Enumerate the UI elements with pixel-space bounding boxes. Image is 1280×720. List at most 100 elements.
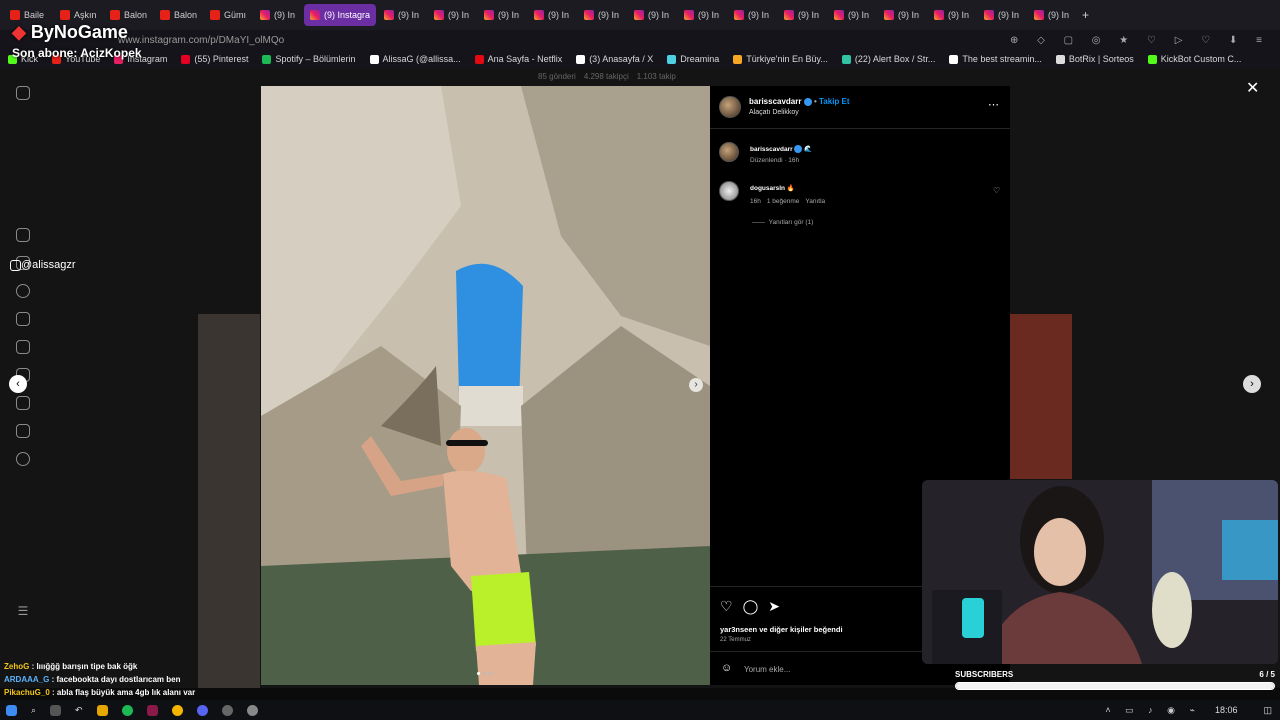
username-link[interactable]: barisscavdarr	[749, 97, 801, 106]
chrome-icon[interactable]	[171, 704, 183, 716]
stream-chat: ZehoG : lııığğğ barışın tipe bak öğk ARDA…	[4, 662, 264, 697]
comment-meta: 16h 1 beğenme Yanıtla	[750, 198, 826, 205]
wave-emoji-icon: 🌊	[804, 146, 813, 153]
bookmark-item[interactable]: Dreamina	[667, 54, 719, 64]
profile-icon[interactable]	[16, 452, 30, 466]
tab-17[interactable]: (9) In	[878, 4, 926, 26]
reply-link[interactable]: Yanıtla	[805, 198, 825, 205]
avatar[interactable]	[719, 96, 741, 118]
url-text[interactable]: www.instagram.com/p/DMaYI_olMQo	[118, 35, 284, 46]
tab-10[interactable]: (9) In	[528, 4, 576, 26]
post-image[interactable]: ›	[261, 86, 710, 685]
tab-4[interactable]: Gümı	[204, 4, 252, 26]
tab-9[interactable]: (9) In	[478, 4, 526, 26]
tab-5[interactable]: (9) In	[254, 4, 302, 26]
bookmark-item[interactable]: The best streamin...	[949, 54, 1042, 64]
tab-label: Aşkın	[74, 10, 97, 20]
discord-icon[interactable]	[196, 704, 208, 716]
subscriber-goal: SUBSCRIBERS 6 / 5	[955, 670, 1275, 694]
new-tab-button[interactable]: +	[1082, 8, 1089, 22]
next-post-button[interactable]: ›	[1243, 375, 1261, 393]
youtube-icon	[60, 10, 70, 20]
bookmark-item[interactable]: (3) Anasayfa / X	[576, 54, 653, 64]
bookmark-item[interactable]: Ana Sayfa - Netflix	[474, 54, 563, 64]
obs-icon[interactable]	[246, 704, 258, 716]
spotify-icon[interactable]	[121, 704, 133, 716]
instagram-icon	[484, 10, 494, 20]
tab-16[interactable]: (9) In	[828, 4, 876, 26]
tab-11[interactable]: (9) In	[578, 4, 626, 26]
address-bar[interactable]: www.instagram.com/p/DMaYI_olMQo ⊕ ◇ ▢ ◎ …	[0, 30, 1280, 50]
like-icon[interactable]: ♡	[720, 598, 733, 615]
bookmark-item[interactable]: Spotify – Bölümlerin	[262, 54, 356, 64]
share-icon[interactable]: ➤	[768, 598, 780, 615]
close-icon[interactable]: ✕	[1246, 78, 1259, 98]
bookmark-item[interactable]: Türkiye'nin En Büy...	[733, 54, 828, 64]
chat-text: lııığğğ barışın tipe bak öğk	[36, 662, 138, 671]
search-icon[interactable]: ⌕	[31, 705, 36, 716]
toolbar-icons[interactable]: ⊕ ◇ ▢ ◎ ★ ♡ ▷ ♡ ⬇ ≡	[1010, 35, 1270, 46]
taskbar: ⌕ ↶ ˄ ▭ ♪ ◉ ⌁ 18:06 ◫	[0, 700, 1280, 720]
instagram-icon	[534, 10, 544, 20]
tab-20[interactable]: (9) In	[1028, 4, 1076, 26]
home-icon[interactable]	[16, 228, 30, 242]
instagram-icon	[984, 10, 994, 20]
carousel-next-button[interactable]: ›	[689, 378, 703, 392]
start-icon[interactable]	[6, 704, 17, 716]
tab-3[interactable]: Balon	[154, 4, 202, 26]
tab-6[interactable]: (9) Instagra	[304, 4, 376, 26]
tab-label: (9) In	[448, 10, 470, 20]
bookmark-label: Spotify – Bölümlerin	[275, 54, 356, 64]
explorer-icon[interactable]	[96, 704, 108, 716]
bookmark-item[interactable]: KickBot Custom C...	[1147, 54, 1241, 64]
avatar[interactable]	[719, 181, 739, 201]
more-menu-icon[interactable]: ☰	[18, 604, 29, 618]
create-icon[interactable]	[16, 396, 30, 410]
avatar[interactable]	[719, 142, 739, 162]
more-options-icon[interactable]: ⋯	[988, 98, 999, 111]
comment-likes-link[interactable]: 1 beğenme	[767, 198, 800, 205]
bookmark-item[interactable]: (22) Alert Box / Str...	[841, 54, 935, 64]
browser-icon[interactable]	[146, 704, 158, 716]
messages-icon[interactable]	[16, 340, 30, 354]
prev-post-button[interactable]: ‹	[9, 375, 27, 393]
bookmark-item[interactable]: (55) Pinterest	[181, 54, 248, 64]
tab-8[interactable]: (9) In	[428, 4, 476, 26]
taskview-icon[interactable]	[50, 704, 62, 716]
liked-by-text[interactable]: yar3nseen ve diğer kişiler beğendi	[720, 625, 843, 634]
comment-username[interactable]: dogusarsln 🔥	[750, 184, 795, 192]
instagram-logo-icon[interactable]	[16, 86, 30, 100]
chat-message: ZehoG : lııığğğ barışın tipe bak öğk	[4, 662, 264, 671]
tab-label: (9) In	[498, 10, 520, 20]
bookmark-item[interactable]: BotRix | Sorteos	[1055, 54, 1134, 64]
caption-username[interactable]: barisscavdarr 🌊	[750, 145, 813, 154]
notification-icon[interactable]: ◫	[1263, 705, 1272, 716]
location-link[interactable]: Alaçatı Delikkoy	[749, 109, 799, 116]
clock: 18:06	[1214, 705, 1238, 715]
emoji-icon[interactable]: ☺	[721, 662, 732, 674]
tray-icons[interactable]: ˄ ▭ ♪ ◉ ⌁	[1105, 705, 1201, 716]
tab-15[interactable]: (9) In	[778, 4, 826, 26]
tab-13[interactable]: (9) In	[678, 4, 726, 26]
tab-12[interactable]: (9) In	[628, 4, 676, 26]
tab-7[interactable]: (9) In	[378, 4, 426, 26]
tab-label: Balon	[174, 10, 198, 20]
dashboard-icon[interactable]	[16, 424, 30, 438]
tab-19[interactable]: (9) In	[978, 4, 1026, 26]
bookmark-label: (3) Anasayfa / X	[589, 54, 654, 64]
bookmark-label: Ana Sayfa - Netflix	[487, 54, 563, 64]
comment-icon[interactable]: ◯	[743, 598, 759, 615]
explore-icon[interactable]	[16, 284, 30, 298]
follow-button[interactable]: Takip Et	[819, 97, 850, 106]
add-comment-input[interactable]: Yorum ekle...	[744, 665, 790, 674]
tab-14[interactable]: (9) In	[728, 4, 776, 26]
view-replies-link[interactable]: —— Yanıtları gör (1)	[752, 219, 813, 226]
comment-like-icon[interactable]: ♡	[993, 186, 1000, 195]
app-icon[interactable]	[221, 704, 233, 716]
reels-icon[interactable]	[16, 312, 30, 326]
bookmark-item[interactable]: AlissaG (@allissa...	[369, 54, 461, 64]
youtube-icon	[160, 10, 170, 20]
tab-18[interactable]: (9) In	[928, 4, 976, 26]
back-icon[interactable]: ↶	[75, 705, 83, 716]
brand-logo: ◆ ByNoGame	[12, 22, 128, 42]
